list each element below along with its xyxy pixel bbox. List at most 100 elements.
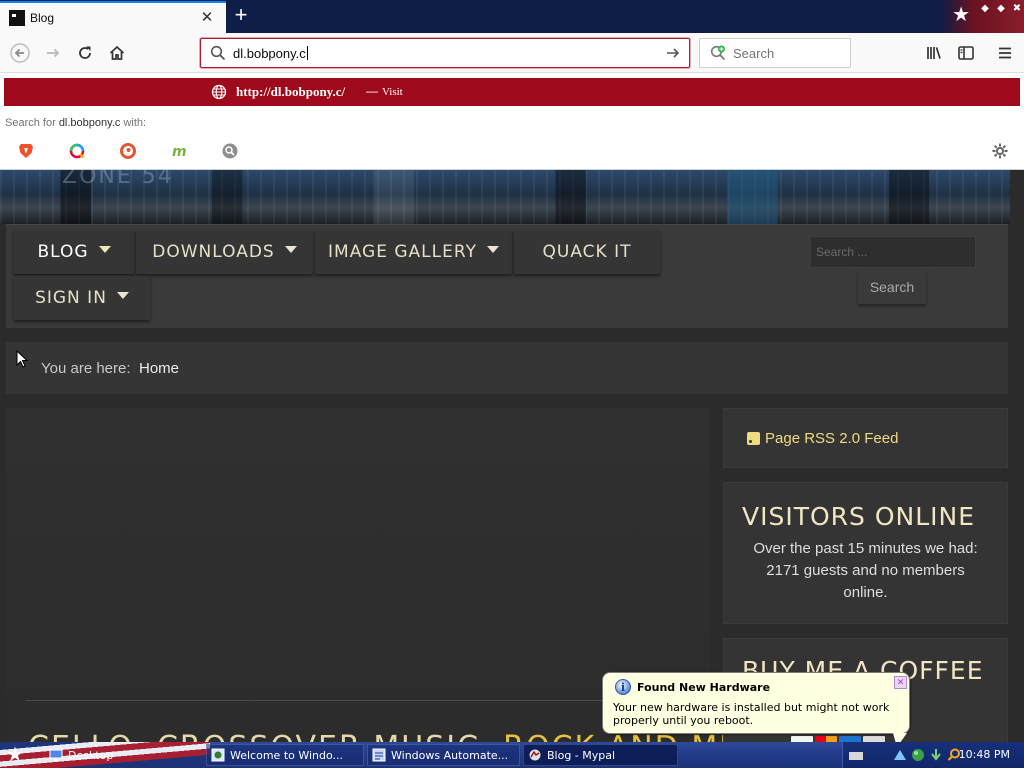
- forward-button[interactable]: [41, 41, 65, 65]
- taskbar-button-blog[interactable]: Blog - Mypal: [523, 744, 678, 766]
- taskbar-button-automate[interactable]: Windows Automate...: [367, 744, 520, 766]
- go-button[interactable]: [661, 41, 685, 65]
- search-bar-input[interactable]: [733, 45, 833, 61]
- screen: Blog ✕ + ★ ◆ ◆ ✖ dl.bobpony.c Search htt…: [0, 0, 1024, 768]
- page-scrollbar[interactable]: [1010, 170, 1024, 742]
- notification-balloon[interactable]: i Found New Hardware ✕ Your new hardware…: [602, 672, 910, 747]
- maximize-button[interactable]: ◆: [994, 2, 1008, 16]
- site-search-input[interactable]: Search ...: [810, 236, 976, 268]
- reload-icon: [79, 46, 91, 59]
- suggestion-separator: —: [366, 84, 378, 98]
- keyboard-icon[interactable]: [849, 752, 863, 760]
- close-tab-icon[interactable]: ✕: [198, 9, 216, 27]
- gear-icon[interactable]: [991, 142, 1009, 160]
- url-input[interactable]: dl.bobpony.c: [233, 45, 661, 61]
- menu-item-label: IMAGE GALLERY: [328, 242, 477, 262]
- breadcrumb-prefix: You are here:: [41, 360, 131, 377]
- go-arrow-icon: [667, 48, 680, 58]
- one-off-search-engines: m: [16, 140, 271, 162]
- text-caret: [306, 45, 308, 60]
- url-suggestions-popup: http://dl.bobpony.c/ — Visit Search for …: [0, 73, 1024, 170]
- breadcrumb: You are here: Home: [6, 342, 1008, 394]
- home-button[interactable]: [105, 41, 129, 65]
- caret-down-icon: [116, 291, 129, 299]
- mouse-pointer-icon: [16, 350, 28, 368]
- taskbar: ★ Desktop Welcome to Windo... Windows Au…: [0, 742, 1024, 768]
- clock: 10:48 PM: [958, 748, 1010, 761]
- taskbar-button-label: Windows Automate...: [391, 748, 509, 762]
- breadcrumb-home-link[interactable]: Home: [139, 360, 179, 377]
- caret-down-icon: [284, 245, 297, 253]
- menu-item-sign-in[interactable]: SIGN IN: [14, 276, 150, 320]
- rss-feed-link[interactable]: Page RSS 2.0 Feed: [747, 430, 898, 447]
- back-button[interactable]: [8, 41, 32, 65]
- visitors-box: VISITORS ONLINE Over the past 15 minutes…: [723, 482, 1008, 624]
- app-icon: [372, 748, 386, 762]
- menu-item-label: DOWNLOADS: [152, 242, 275, 262]
- web-page: ZONE 54 BLOG DOWNLOADS IMAGE GALLERY QUA…: [0, 170, 1024, 742]
- safely-remove-icon[interactable]: [929, 748, 943, 762]
- close-window-button[interactable]: ✖: [1010, 2, 1024, 16]
- site-banner: ZONE 54: [0, 170, 1010, 224]
- balloon-title: Found New Hardware: [637, 681, 771, 694]
- star-icon: ★: [952, 4, 970, 26]
- tab-blog[interactable]: Blog ✕: [0, 1, 226, 33]
- browser-icon: [529, 749, 541, 761]
- suggestion-url: http://dl.bobpony.c/: [236, 84, 346, 99]
- visitors-title: VISITORS ONLINE: [742, 502, 976, 531]
- site-search-button[interactable]: Search: [858, 270, 926, 304]
- mojeek-icon[interactable]: m: [169, 141, 189, 161]
- menu-item-blog[interactable]: BLOG: [14, 230, 134, 274]
- searx-icon[interactable]: [220, 141, 240, 161]
- taskbar-button-desktop[interactable]: Desktop: [44, 744, 202, 766]
- search-engine-icon: [709, 44, 727, 62]
- divider: [26, 700, 696, 701]
- reload-button[interactable]: [73, 41, 97, 65]
- menu-item-label: BLOG: [37, 242, 89, 262]
- menu-item-downloads[interactable]: DOWNLOADS: [136, 230, 313, 274]
- menu-button[interactable]: [993, 41, 1017, 65]
- network-icon[interactable]: [893, 748, 907, 762]
- rss-label: Page RSS 2.0 Feed: [765, 430, 899, 447]
- taskbar-button-label: Blog - Mypal: [547, 748, 616, 762]
- url-bar[interactable]: dl.bobpony.c: [200, 38, 690, 68]
- qwant-icon[interactable]: [67, 141, 87, 161]
- library-button[interactable]: [922, 41, 946, 65]
- tab-strip: Blog ✕ + ★ ◆ ◆ ✖: [0, 0, 1024, 33]
- desktop-icon: [49, 749, 63, 761]
- search-bar[interactable]: [699, 38, 851, 68]
- taskbar-button-welcome[interactable]: Welcome to Windo...: [206, 744, 364, 766]
- sidebar-button[interactable]: [954, 41, 978, 65]
- library-icon: [927, 47, 941, 59]
- minimize-button[interactable]: ◆: [978, 2, 992, 16]
- caret-down-icon: [98, 245, 111, 253]
- new-tab-button[interactable]: +: [229, 4, 253, 28]
- hamburger-icon: [999, 47, 1011, 59]
- taskbar-button-label: Desktop: [68, 748, 114, 762]
- search-for-prefix: Search for: [5, 117, 56, 129]
- brave-icon[interactable]: [16, 141, 36, 161]
- globe-tray-icon[interactable]: [911, 748, 925, 762]
- banner-logo: ZONE 54: [62, 170, 174, 189]
- search-for-suffix: with:: [123, 117, 147, 129]
- info-icon: i: [615, 679, 631, 695]
- home-icon: [109, 45, 125, 60]
- rss-box: Page RSS 2.0 Feed: [723, 408, 1008, 468]
- rss-icon: [747, 432, 760, 445]
- search-for-label: Search for dl.bobpony.c with:: [5, 117, 146, 129]
- menu-item-label: QUACK IT: [542, 242, 632, 262]
- menu-item-image-gallery[interactable]: IMAGE GALLERY: [315, 230, 512, 274]
- duckduckgo-icon[interactable]: [118, 141, 138, 161]
- sidebar-icon: [958, 46, 974, 60]
- taskbar-button-label: Welcome to Windo...: [230, 748, 344, 762]
- visitors-text: Over the past 15 minutes we had: 2171 gu…: [753, 540, 978, 601]
- article-title-part: CELLO, CROSSOVER MUSIC,: [28, 730, 492, 742]
- suggestion-action: Visit: [382, 86, 403, 98]
- menu-item-quack-it[interactable]: QUACK IT: [514, 230, 660, 274]
- start-button[interactable]: ★: [6, 743, 24, 767]
- balloon-close-button[interactable]: ✕: [894, 676, 907, 689]
- nav-toolbar: dl.bobpony.c: [0, 33, 1024, 73]
- suggestion-row-selected[interactable]: http://dl.bobpony.c/ — Visit: [4, 78, 1020, 106]
- window-controls: ★ ◆ ◆ ✖: [940, 0, 1024, 33]
- tab-title: Blog: [30, 11, 55, 25]
